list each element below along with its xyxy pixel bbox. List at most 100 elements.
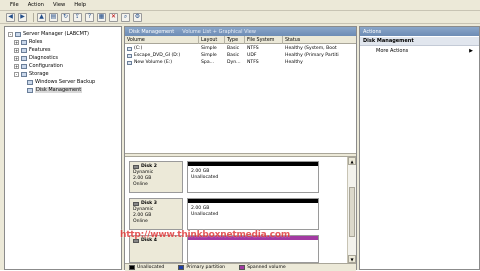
volume-row[interactable]: (C:) Simple Basic NTFS Healthy (System, … [125,45,356,52]
settings-icon[interactable]: ⚙ [133,12,142,22]
volume-file-system: NTFS [247,60,259,65]
back-icon[interactable]: ◀ [6,12,15,22]
tree-item-label: Disk Management [35,87,83,93]
disk-icon [133,202,139,206]
more-actions-label: More Actions [376,47,409,54]
tree-item-label: Diagnostics [29,55,59,61]
vertical-scrollbar[interactable]: ▲ ▼ [347,157,356,263]
volume-name: New Volume (E:) [134,60,173,65]
disk-status: Online [133,219,148,224]
menu-file[interactable]: File [10,2,19,8]
collapse-icon[interactable]: - [14,71,19,77]
tree-item-storage[interactable]: - Storage [14,70,49,78]
submenu-arrow-icon: ▶ [469,47,473,54]
tree-item-diagnostics[interactable]: + Diagnostics [14,54,58,62]
menu-help[interactable]: Help [74,2,86,8]
legend-primary-partition: Primary partition [178,265,225,270]
features-icon [21,47,27,53]
volume-icon [127,53,132,58]
menu-action[interactable]: Action [28,2,44,8]
tree-item-label: Windows Server Backup [35,79,96,85]
expand-icon[interactable]: + [14,39,19,45]
volume-layout: Simple [201,53,217,58]
column-volume[interactable]: Volume [125,36,199,44]
pane-subtitle: Volume List + Graphical View [182,28,256,35]
toolbar: ◀ ▶ ▲ ▤ ↻ ⇪ ? ▦ ✕ ⌕ ⚙ [0,11,480,24]
collapse-icon[interactable]: - [8,31,13,37]
disk-management-icon [27,87,33,93]
menu-view[interactable]: View [53,2,65,8]
storage-icon [21,71,27,77]
legend-swatch [178,265,185,270]
volume-name: (C:) [134,46,143,51]
help-icon[interactable]: ? [85,12,94,22]
volume-icon [127,46,132,51]
tree-item-label: Configuration [29,63,63,69]
more-actions-item[interactable]: More Actions ▶ [360,46,479,55]
legend-swatch [239,265,246,270]
tree-item-features[interactable]: + Features [14,46,51,54]
volume-type: Basic [227,53,240,58]
disk-icon [133,165,139,169]
tree-item-configuration[interactable]: + Configuration [14,62,63,70]
tree-item-windows-server-backup[interactable]: Windows Server Backup [27,78,95,86]
volume-status: Healthy (Primary Partiti [285,53,339,58]
tree-item-disk-management[interactable]: Disk Management [27,86,83,94]
legend-swatch [129,265,135,270]
search-icon[interactable]: ⌕ [121,12,130,22]
delete-icon[interactable]: ✕ [109,12,118,22]
volume-type: Dyn... [227,60,241,65]
volume-icon [127,60,132,65]
actions-pane: Actions Disk Management More Actions ▶ [359,26,480,270]
legend-unallocated: Unallocated [129,265,164,270]
forward-icon[interactable]: ▶ [18,12,27,22]
refresh-icon[interactable]: ↻ [61,12,70,22]
volume-file-system: NTFS [247,46,259,51]
up-folder-icon[interactable]: ▲ [37,12,46,22]
volume-file-system: UDF [247,53,257,58]
configuration-icon [21,63,27,69]
app-window: File Action View Help ◀ ▶ ▲ ▤ ↻ ⇪ ? ▦ ✕ … [0,0,480,271]
properties-icon[interactable]: ▦ [97,12,106,22]
actions-section-disk-management[interactable]: Disk Management [360,37,479,46]
partition-status: Unallocated [191,175,219,180]
tree-item-server-manager[interactable]: - Server Manager (LABCMT) [8,30,89,38]
roles-icon [21,39,27,45]
expand-icon[interactable]: + [14,47,19,53]
unallocated-partition[interactable]: 2.00 GB Unallocated [187,198,319,230]
column-file-system[interactable]: File System [245,36,283,44]
column-type[interactable]: Type [225,36,245,44]
disk-info[interactable]: Disk 3 Dynamic 2.00 GB Online [129,198,183,230]
volume-layout: Simple [201,46,217,51]
tree-item-label: Roles [29,39,43,45]
pane-title: Disk Management [129,28,175,35]
export-icon[interactable]: ⇪ [73,12,82,22]
toolbar-separator [33,12,34,22]
scroll-down-icon[interactable]: ▼ [348,255,356,263]
server-icon [15,31,21,37]
volume-row[interactable]: Escape_DVD_GI (D:) Simple Basic UDF Heal… [125,52,356,59]
menu-bar: File Action View Help [0,0,480,11]
expand-icon[interactable]: + [14,55,19,61]
disk-2[interactable]: Disk 2 Dynamic 2.00 GB Online 2.00 GB Un… [129,161,342,193]
volume-row[interactable]: New Volume (E:) Spa... Dyn... NTFS Healt… [125,59,356,66]
disk-3[interactable]: Disk 3 Dynamic 2.00 GB Online 2.00 GB Un… [129,198,342,230]
actions-title: Actions [360,27,479,36]
show-tree-icon[interactable]: ▤ [49,12,58,22]
backup-icon [27,79,33,85]
partition-status: Unallocated [191,212,219,217]
console-tree: - Server Manager (LABCMT) + Roles + Feat… [4,26,122,270]
unallocated-partition[interactable]: 2.00 GB Unallocated [187,161,319,193]
tree-item-roles[interactable]: + Roles [14,38,42,46]
expand-icon[interactable]: + [14,63,19,69]
disk-info[interactable]: Disk 2 Dynamic 2.00 GB Online [129,161,183,193]
scroll-up-icon[interactable]: ▲ [348,157,356,165]
volume-list-header: Volume Layout Type File System Status [125,36,356,44]
legend-spanned-volume: Spanned volume [239,265,286,270]
volume-type: Basic [227,46,240,51]
column-status[interactable]: Status [283,36,356,44]
volume-status: Healthy [285,60,303,65]
column-layout[interactable]: Layout [199,36,225,44]
tree-item-label: Features [29,47,51,53]
volume-status: Healthy (System, Boot [285,46,337,51]
